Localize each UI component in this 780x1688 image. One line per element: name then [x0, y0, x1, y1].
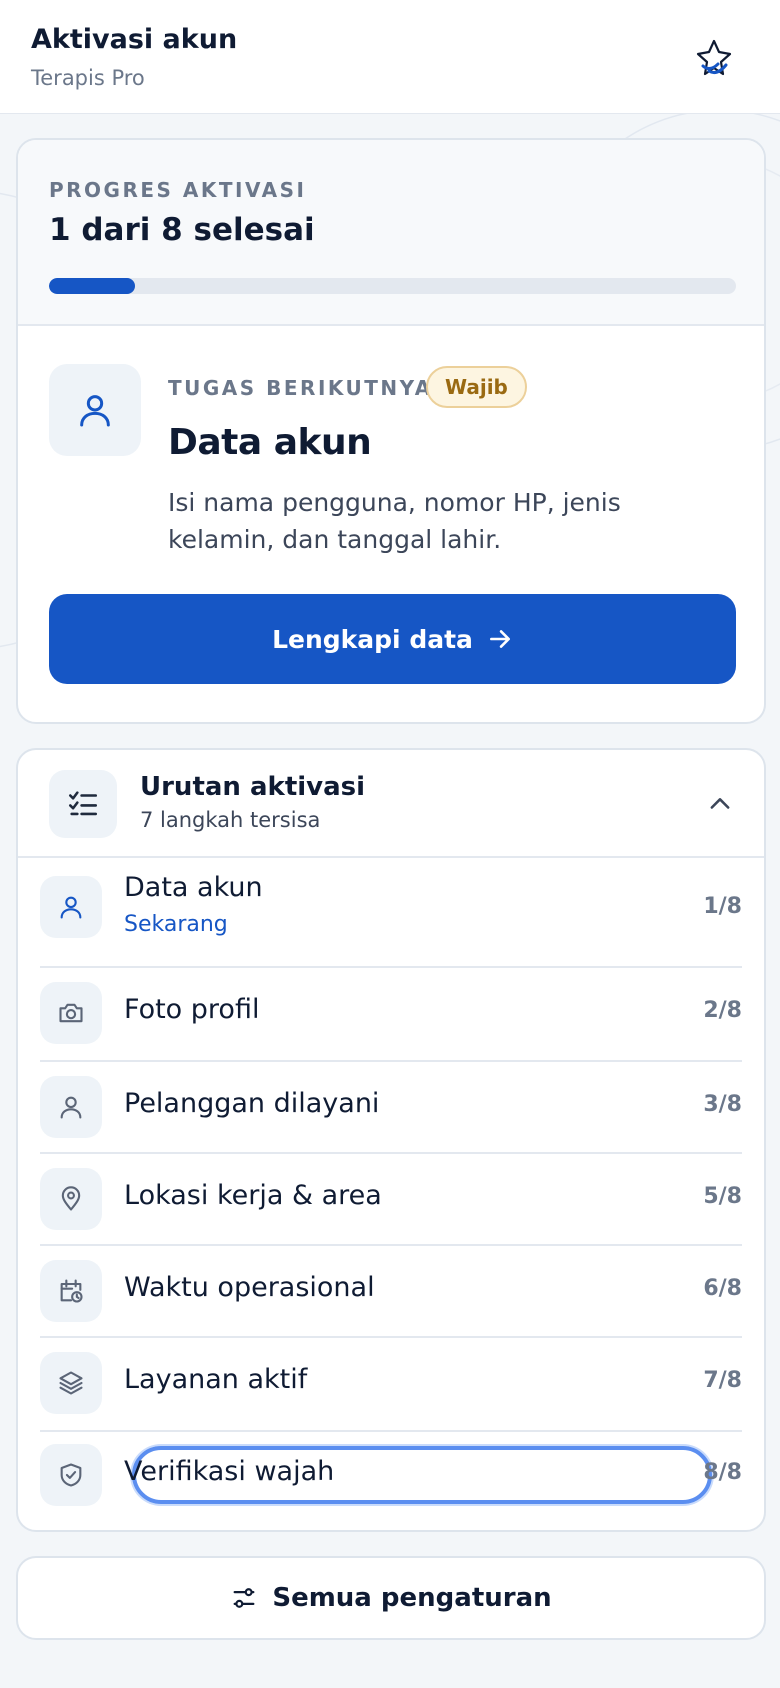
user-icon [80, 395, 110, 427]
step-item-pelanggan[interactable]: Pelanggan dilayani 3/8 [40, 1076, 742, 1138]
camera-icon [59, 1003, 83, 1023]
divider [40, 1336, 742, 1338]
progress-bar-fill [49, 278, 135, 294]
all-settings-button[interactable]: Semua pengaturan [16, 1556, 766, 1640]
app-header: Aktivasi akun Terapis Pro [0, 0, 780, 114]
step-icon-box [40, 1444, 102, 1506]
step-item-waktu[interactable]: Waktu operasional 6/8 [40, 1260, 742, 1322]
step-icon-box [40, 1076, 102, 1138]
step-icon-box [40, 1352, 102, 1414]
step-icon-box [40, 1168, 102, 1230]
all-settings-label: Semua pengaturan [272, 1583, 552, 1613]
checklist-icon-box [49, 770, 117, 838]
activation-page: Aktivasi akun Terapis Pro PROGRES AKTIVA… [0, 0, 780, 1688]
divider [40, 966, 742, 968]
steps-title: Urutan aktivasi [140, 772, 366, 802]
step-label: Lokasi kerja & area [124, 1180, 382, 1211]
step-label: Data akun [124, 872, 263, 903]
progress-bar [49, 278, 736, 294]
required-badge: Wajib [426, 366, 527, 408]
arrow-right-icon [489, 630, 510, 648]
step-item-verifikasi[interactable]: Verifikasi wajah 8/8 [40, 1444, 742, 1506]
step-item-lokasi[interactable]: Lokasi kerja & area 5/8 [40, 1168, 742, 1230]
sliders-icon [233, 1588, 255, 1608]
step-item-foto-profil[interactable]: Foto profil 2/8 [40, 982, 742, 1044]
step-number: 5/8 [703, 1184, 742, 1209]
complete-data-button[interactable]: Lengkapi data [49, 594, 736, 684]
step-number: 2/8 [703, 998, 742, 1023]
step-icon-box [40, 1260, 102, 1322]
divider [40, 1244, 742, 1246]
map-pin-icon [61, 1186, 81, 1211]
calendar-clock-icon [60, 1279, 83, 1303]
step-label: Layanan aktif [124, 1364, 308, 1395]
steps-remaining: 7 langkah tersisa [140, 808, 321, 832]
step-label: Verifikasi wajah [124, 1456, 335, 1487]
layers-icon [59, 1371, 83, 1395]
chevron-up-icon[interactable] [706, 790, 734, 818]
app-name: Terapis Pro [31, 66, 145, 90]
divider [40, 1152, 742, 1154]
progress-label: PROGRES AKTIVASI [49, 178, 307, 202]
step-number: 7/8 [703, 1368, 742, 1393]
step-number: 8/8 [703, 1460, 742, 1485]
step-status: Sekarang [124, 912, 228, 937]
step-item-layanan[interactable]: Layanan aktif 7/8 [40, 1352, 742, 1414]
progress-section: PROGRES AKTIVASI 1 dari 8 selesai [18, 140, 764, 326]
step-number: 1/8 [703, 894, 742, 919]
next-task-label: TUGAS BERIKUTNYA [168, 376, 433, 400]
page-title: Aktivasi akun [31, 24, 238, 55]
user-icon [60, 896, 82, 919]
step-icon-box [40, 982, 102, 1044]
divider [40, 1060, 742, 1062]
progress-count: 1 dari 8 selesai [49, 212, 315, 248]
user-icon [60, 1096, 82, 1119]
step-number: 3/8 [703, 1092, 742, 1117]
next-task-title: Data akun [168, 422, 372, 463]
step-label: Waktu operasional [124, 1272, 375, 1303]
step-item-data-akun[interactable]: Data akun Sekarang 1/8 [40, 872, 742, 942]
step-icon-box [40, 876, 102, 938]
complete-data-label: Lengkapi data [272, 624, 473, 654]
next-task-user-icon [49, 364, 141, 456]
step-label: Foto profil [124, 994, 260, 1025]
shield-check-icon [60, 1463, 82, 1487]
step-label: Pelanggan dilayani [124, 1088, 380, 1119]
activation-progress-card: PROGRES AKTIVASI 1 dari 8 selesai TUGAS … [16, 138, 766, 724]
next-task-description: Isi nama pengguna, nomor HP, jenis kelam… [168, 488, 621, 554]
divider [40, 1430, 742, 1432]
checklist-icon [68, 791, 98, 816]
star-hands-logo-icon [696, 39, 732, 76]
steps-header[interactable]: Urutan aktivasi 7 langkah tersisa [18, 750, 764, 858]
activation-steps-card: Urutan aktivasi 7 langkah tersisa Data a… [16, 748, 766, 1532]
step-number: 6/8 [703, 1276, 742, 1301]
